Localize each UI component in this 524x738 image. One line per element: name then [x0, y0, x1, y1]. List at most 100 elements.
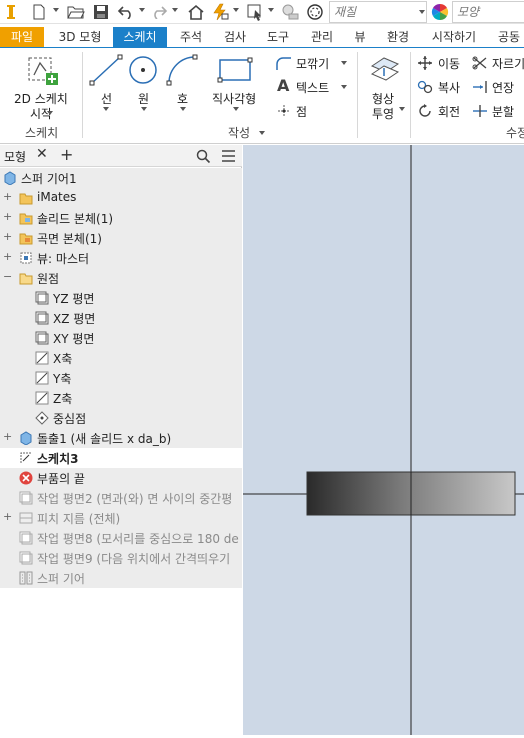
redo-icon[interactable] — [149, 3, 169, 21]
color-override-icon[interactable] — [305, 3, 325, 21]
create-group-dropdown-icon[interactable] — [259, 131, 265, 135]
point-icon[interactable] — [277, 104, 291, 118]
update-lightning-icon[interactable] — [210, 3, 230, 21]
browser-menu-icon[interactable] — [221, 149, 236, 163]
tree-node-part[interactable]: 스퍼 기어1 — [0, 168, 242, 188]
close-tab-icon[interactable]: ✕ — [36, 146, 48, 162]
rectangle-dropdown-icon[interactable] — [233, 107, 239, 111]
text-tool-icon[interactable]: A — [277, 76, 289, 95]
trim-label[interactable]: 자르기 — [492, 55, 524, 72]
start-sketch-dropdown-icon[interactable] — [47, 111, 53, 115]
tab-collaborate[interactable]: 공동 — [489, 27, 524, 47]
copy-label[interactable]: 복사 — [438, 79, 460, 96]
extend-label[interactable]: 연장 — [492, 79, 514, 96]
collapse-icon[interactable]: − — [3, 271, 12, 282]
tab-view[interactable]: 뷰 — [345, 27, 375, 47]
split-label[interactable]: 분할 — [492, 103, 514, 120]
tree-node-y-axis[interactable]: Y축 — [0, 368, 242, 388]
tree-node-imates[interactable]: + iMates — [0, 188, 242, 208]
rotate-icon[interactable] — [418, 104, 432, 118]
material-combo[interactable]: 재질 — [329, 1, 427, 23]
tree-node-origin[interactable]: − 원점 — [0, 268, 242, 288]
text-dropdown-icon[interactable] — [341, 85, 347, 89]
tab-file[interactable]: 파일 — [0, 27, 44, 47]
text-tool-label[interactable]: 텍스트 — [296, 79, 329, 96]
save-icon[interactable] — [92, 3, 110, 21]
open-folder-icon[interactable] — [66, 3, 86, 21]
new-dropdown-icon[interactable] — [53, 8, 59, 12]
tree-node-z-axis[interactable]: Z축 — [0, 388, 242, 408]
update-dropdown-icon[interactable] — [233, 8, 239, 12]
tree-node-yz-plane[interactable]: YZ 평면 — [0, 288, 242, 308]
undo-icon[interactable] — [116, 3, 136, 21]
tree-node-xz-plane[interactable]: XZ 평면 — [0, 308, 242, 328]
circle-tool-icon[interactable] — [127, 54, 159, 86]
expand-icon[interactable]: + — [3, 511, 12, 522]
tab-annotate[interactable]: 주석 — [170, 27, 212, 47]
appearance-combo[interactable]: 모양 — [452, 1, 524, 23]
material-dropdown-icon[interactable] — [419, 10, 425, 14]
rotate-label[interactable]: 회전 — [438, 103, 460, 120]
point-label[interactable]: 점 — [296, 103, 307, 120]
tree-node-x-axis[interactable]: X축 — [0, 348, 242, 368]
rectangle-tool-label[interactable]: 직사각형 — [212, 90, 256, 107]
tree-node-pitch-diameter[interactable]: + 피치 지름 (전체) — [0, 508, 242, 528]
expand-icon[interactable]: + — [3, 431, 12, 442]
project-geometry-label-2[interactable]: 투영 — [372, 105, 394, 122]
tab-get-started[interactable]: 시작하기 — [421, 27, 487, 47]
circle-tool-label[interactable]: 원 — [138, 90, 149, 107]
tree-node-view-master[interactable]: + 뷰: 마스터 — [0, 248, 242, 268]
tree-node-work-plane9[interactable]: 작업 평면9 (다음 위치에서 간격띄우기 — [0, 548, 242, 568]
tree-node-end-of-part[interactable]: 부품의 끝 — [0, 468, 242, 488]
tab-tools[interactable]: 도구 — [258, 27, 298, 47]
copy-icon[interactable] — [417, 80, 433, 94]
tab-environments[interactable]: 환경 — [377, 27, 419, 47]
tree-node-surface-bodies[interactable]: + 곡면 본체(1) — [0, 228, 242, 248]
tree-node-extrusion1[interactable]: + 돌출1 (새 솔리드 x da_b) — [0, 428, 242, 448]
search-icon[interactable] — [196, 149, 211, 164]
tab-3d-model[interactable]: 3D 모형 — [50, 27, 110, 47]
project-dropdown-icon[interactable] — [399, 107, 405, 111]
graphics-window[interactable] — [243, 145, 524, 735]
tree-node-spur-gear[interactable]: 스퍼 기어 — [0, 568, 242, 588]
tab-sketch[interactable]: 스케치 — [113, 27, 167, 47]
expand-icon[interactable]: + — [3, 211, 12, 222]
line-tool-icon[interactable] — [89, 54, 123, 86]
arc-tool-label[interactable]: 호 — [177, 90, 188, 107]
extend-icon[interactable] — [472, 80, 488, 94]
fillet-dropdown-icon[interactable] — [341, 61, 347, 65]
start-2d-sketch-icon[interactable] — [26, 53, 60, 87]
expand-icon[interactable]: + — [3, 191, 12, 202]
new-file-icon[interactable] — [30, 3, 48, 21]
fillet-icon[interactable] — [275, 56, 291, 70]
undo-dropdown-icon[interactable] — [139, 8, 145, 12]
split-icon[interactable] — [472, 104, 488, 118]
tree-node-work-plane2[interactable]: 작업 평면2 (면과(와) 면 사이의 중간평 — [0, 488, 242, 508]
tab-inspect[interactable]: 검사 — [214, 27, 256, 47]
project-geometry-icon[interactable] — [368, 54, 402, 86]
line-tool-label[interactable]: 선 — [101, 90, 112, 107]
tab-manage[interactable]: 관리 — [301, 27, 343, 47]
tree-node-work-plane8[interactable]: 작업 평면8 (모서리를 중심으로 180 de — [0, 528, 242, 548]
tree-node-sketch3[interactable]: 스케치3 — [0, 448, 242, 468]
expand-icon[interactable]: + — [3, 231, 12, 242]
app-menu-icon[interactable] — [6, 3, 16, 21]
browser-tab-model[interactable]: 모형 — [4, 148, 26, 165]
move-icon[interactable] — [418, 56, 432, 70]
appearance-color-wheel-icon[interactable] — [430, 3, 450, 21]
rectangle-tool-icon[interactable] — [217, 57, 253, 83]
tree-node-center-point[interactable]: 중심점 — [0, 408, 242, 428]
home-icon[interactable] — [186, 3, 206, 21]
trim-icon[interactable] — [472, 56, 488, 70]
tree-node-solid-bodies[interactable]: + 솔리드 본체(1) — [0, 208, 242, 228]
add-tab-icon[interactable]: + — [60, 145, 73, 164]
redo-dropdown-icon[interactable] — [172, 8, 178, 12]
move-label[interactable]: 이동 — [438, 55, 460, 72]
arc-tool-icon[interactable] — [166, 54, 198, 86]
select-dropdown-icon[interactable] — [268, 8, 274, 12]
fillet-label[interactable]: 모깎기 — [296, 55, 329, 72]
arc-dropdown-icon[interactable] — [180, 107, 186, 111]
circle-dropdown-icon[interactable] — [141, 107, 147, 111]
select-filter-icon[interactable] — [245, 3, 265, 21]
tree-node-xy-plane[interactable]: XY 평면 — [0, 328, 242, 348]
